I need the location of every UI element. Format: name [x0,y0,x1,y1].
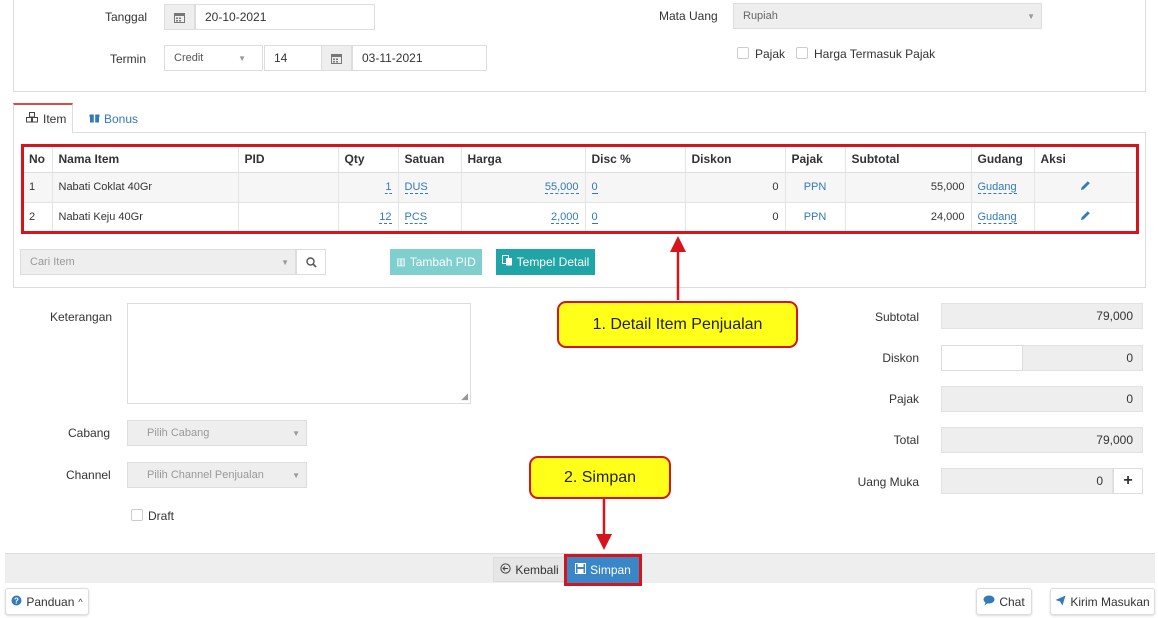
kembali-label: Kembali [515,562,559,577]
tanggal-label: Tanggal [105,10,148,24]
cari-item-placeholder: Cari Item [30,256,75,268]
channel-select[interactable]: Pilih Channel Penjualan ▼ [127,462,307,488]
termin-days-input[interactable]: 14 [264,45,322,71]
chevron-down-icon: ▼ [292,429,300,438]
chevron-up-icon: ^ [78,596,83,607]
summary-total-value: 79,000 [941,427,1143,453]
calendar-icon[interactable] [321,45,352,71]
summary-subtotal-value: 79,000 [941,303,1143,329]
draft-checkbox[interactable] [131,509,143,521]
tab-bonus-label: Bonus [104,111,139,126]
paper-plane-icon [1055,595,1066,609]
svg-text:?: ? [14,596,19,605]
arrow-down-icon [596,498,612,550]
harga-termasuk-pajak-checkbox[interactable] [796,47,808,59]
calendar-icon[interactable] [164,4,195,30]
search-icon [305,256,317,268]
paste-icon [501,255,513,269]
tab-item[interactable]: Item [13,103,73,134]
tambah-pid-label: Tambah PID [409,255,476,269]
callout-detail-item: 1. Detail Item Penjualan [557,301,798,348]
callout-simpan: 2. Simpan [529,456,671,499]
chevron-down-icon: ▼ [238,54,246,63]
tab-bonus[interactable]: Bonus [77,103,150,134]
arrow-circle-left-icon [500,562,511,577]
chevron-down-icon: ▼ [1027,12,1035,21]
keterangan-label: Keterangan [50,310,113,324]
termin-label: Termin [110,52,147,66]
summary-subtotal-label: Subtotal [874,310,919,324]
tab-bar: Item Bonus [13,103,1146,134]
summary-pajak-value: 0 [941,386,1143,412]
mata-uang-select[interactable]: Rupiah ▼ [733,3,1042,29]
mata-uang-label: Mata Uang [659,9,718,23]
panduan-label: Panduan [26,594,75,609]
panduan-button[interactable]: ? Panduan ^ [5,588,89,615]
summary-uang-muka-label: Uang Muka [857,475,919,489]
tanggal-input[interactable]: 20-10-2021 [195,4,375,30]
diskon-input[interactable] [941,345,1023,371]
chevron-down-icon: ▼ [281,258,289,267]
tab-item-label: Item [43,112,67,126]
barcode-icon: ▥ [396,256,406,268]
cabang-select[interactable]: Pilih Cabang ▼ [127,420,307,446]
termin-date-input[interactable]: 03-11-2021 [352,45,487,71]
harga-termasuk-pajak-label: Harga Termasuk Pajak [814,47,936,61]
pajak-checkbox-label: Pajak [755,47,786,61]
tambah-pid-button[interactable]: ▥ Tambah PID [390,249,482,275]
save-icon [575,563,587,577]
cubes-icon [26,112,39,126]
tempel-detail-label: Tempel Detail [516,255,590,269]
resize-handle-icon[interactable]: ◢ [461,391,468,402]
summary-total-label: Total [893,433,919,447]
draft-label: Draft [148,509,175,523]
cabang-placeholder: Pilih Cabang [147,427,210,439]
channel-placeholder: Pilih Channel Penjualan [147,469,264,481]
plus-icon: + [1123,472,1133,489]
question-circle-icon: ? [11,595,22,609]
cari-item-select[interactable]: Cari Item ▼ [20,249,296,275]
keterangan-textarea[interactable]: ◢ [127,303,471,404]
chat-button[interactable]: Chat [976,588,1032,615]
chat-icon [983,595,995,609]
summary-diskon-label: Diskon [882,351,919,365]
summary-pajak-label: Pajak [888,392,919,406]
kembali-button[interactable]: Kembali [493,557,566,582]
simpan-button[interactable]: Simpan [564,554,642,586]
cabang-label: Cabang [68,426,111,440]
pajak-checkbox[interactable] [737,47,749,59]
gift-icon [89,112,100,126]
tempel-detail-button[interactable]: Tempel Detail [496,249,595,275]
add-uang-muka-button[interactable]: + [1113,468,1143,494]
uang-muka-value: 0 [941,468,1113,494]
chevron-down-icon: ▼ [292,471,300,480]
highlight-box-items [21,144,1139,234]
chat-label: Chat [999,594,1025,609]
kirim-masukan-button[interactable]: Kirim Masukan [1050,588,1155,615]
channel-label: Channel [66,468,111,482]
simpan-label: Simpan [590,563,631,577]
termin-type-value: Credit [174,52,204,64]
termin-type-select[interactable]: Credit ▼ [164,45,263,71]
kirim-masukan-label: Kirim Masukan [1070,594,1150,609]
mata-uang-value: Rupiah [743,10,778,22]
arrow-up-icon [670,236,686,300]
search-button[interactable] [296,249,326,275]
